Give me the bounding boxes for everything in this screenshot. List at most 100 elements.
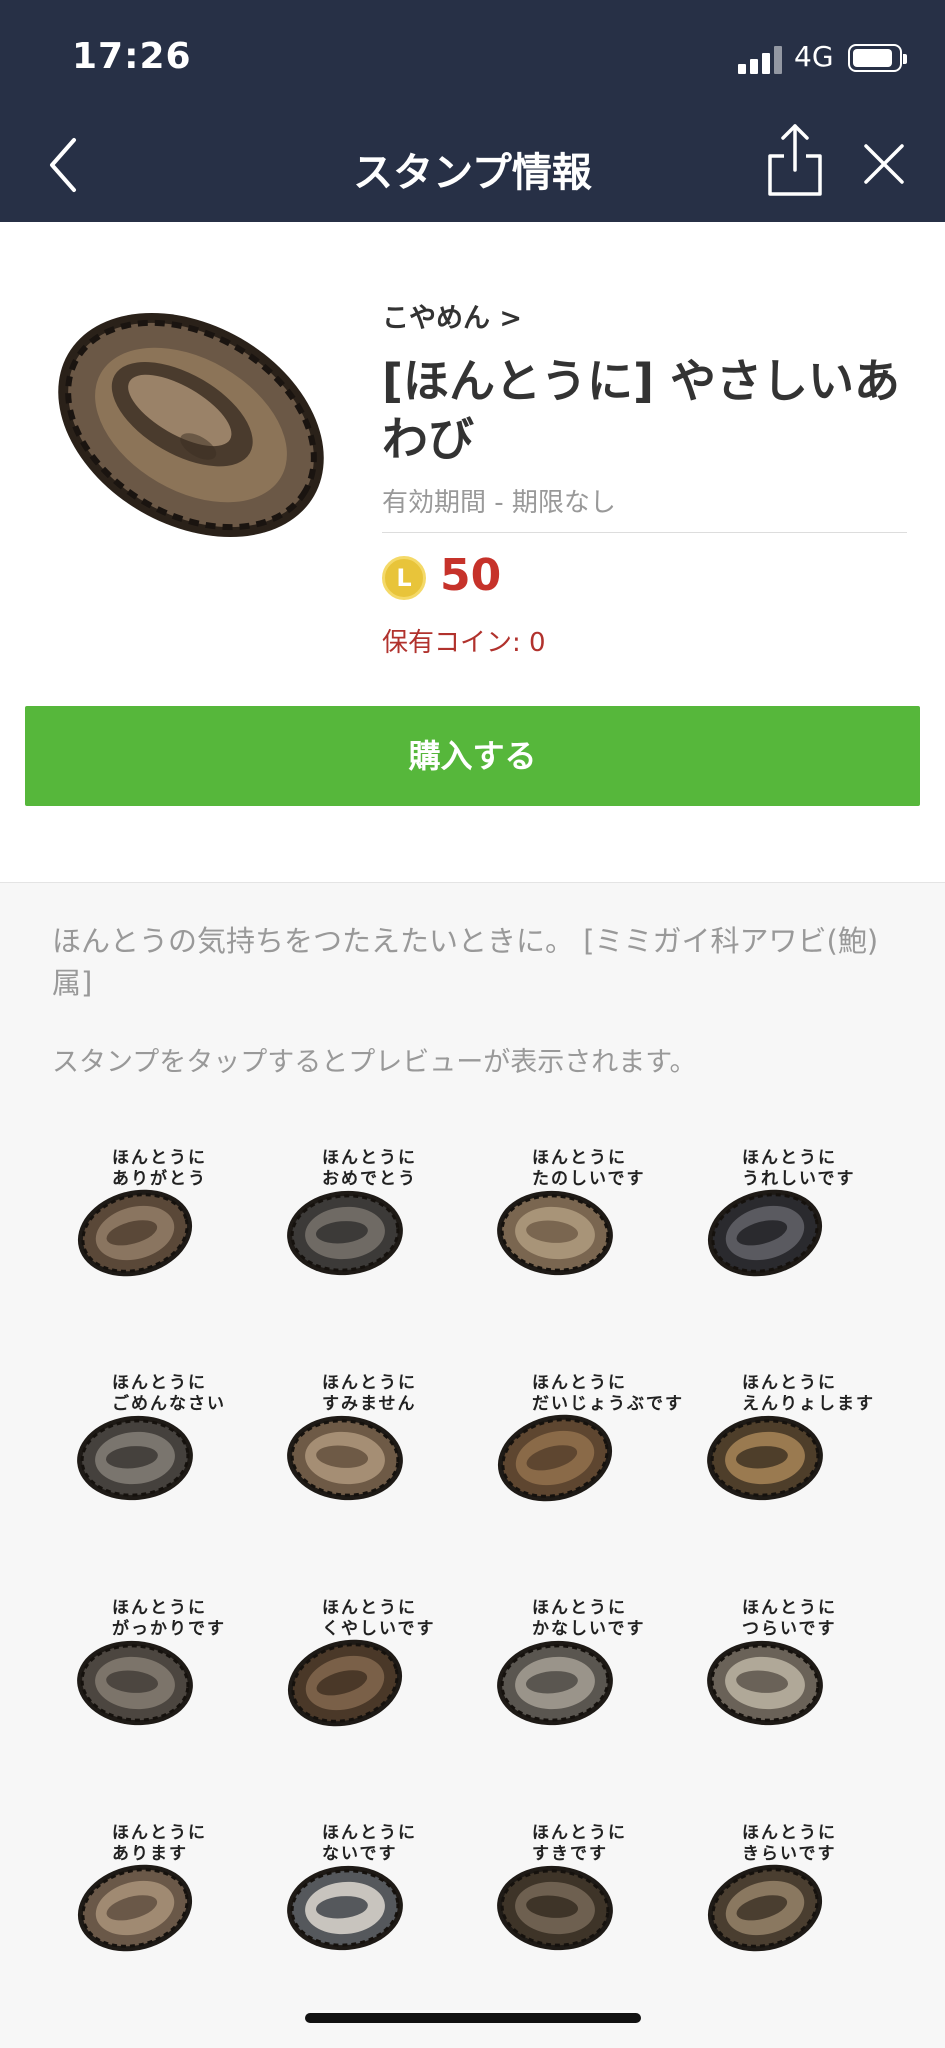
- sticker-caption: ほんとうに ないです: [322, 1823, 417, 1865]
- sticker-caption-line2: すみません: [322, 1394, 417, 1414]
- divider: [382, 532, 907, 533]
- author-link[interactable]: こやめん >: [382, 296, 522, 335]
- price: 50: [440, 550, 502, 601]
- home-indicator[interactable]: [305, 2013, 641, 2023]
- package-description: ほんとうの気持ちをつたえたいときに。 [ミミガイ科アワビ(鮑)属]: [52, 924, 879, 1000]
- sticker-caption: ほんとうに だいじょうぶです: [532, 1373, 684, 1415]
- share-button[interactable]: [764, 122, 826, 198]
- sticker-caption-line1: ほんとうに: [322, 1148, 417, 1168]
- sticker-caption-line2: あります: [112, 1844, 188, 1864]
- sticker-item[interactable]: ほんとうに がっかりです: [50, 1580, 260, 1780]
- sticker-item[interactable]: ほんとうに すきです: [470, 1805, 680, 2005]
- sticker-item[interactable]: ほんとうに たのしいです: [470, 1130, 680, 1330]
- sticker-item[interactable]: ほんとうに つらいです: [680, 1580, 890, 1780]
- sticker-caption-line2: つらいです: [742, 1619, 837, 1639]
- abalone-illustration: [77, 1415, 193, 1501]
- sticker-item[interactable]: ほんとうに ありがとう: [50, 1130, 260, 1330]
- sticker-caption-line1: ほんとうに: [742, 1373, 837, 1393]
- sticker-caption-line1: ほんとうに: [742, 1148, 837, 1168]
- abalone-illustration: [287, 1639, 403, 1727]
- owned-coins: 保有コイン: 0: [382, 628, 546, 658]
- sticker-item[interactable]: ほんとうに かなしいです: [470, 1580, 680, 1780]
- sticker-item[interactable]: ほんとうに くやしいです: [260, 1580, 470, 1780]
- abalone-illustration: [497, 1865, 613, 1951]
- sticker-caption-line1: ほんとうに: [532, 1373, 627, 1393]
- battery-icon: [848, 44, 907, 72]
- sticker-item[interactable]: ほんとうに すみません: [260, 1355, 470, 1555]
- sticker-item[interactable]: ほんとうに うれしいです: [680, 1130, 890, 1330]
- sticker-caption-line2: きらいです: [742, 1844, 837, 1864]
- network-type: 4G: [794, 40, 834, 73]
- sticker-caption-line1: ほんとうに: [532, 1598, 627, 1618]
- line-coin-icon: L: [382, 556, 426, 600]
- sticker-caption-line2: たのしいです: [532, 1169, 646, 1189]
- abalone-illustration: [287, 1865, 403, 1951]
- close-icon: [864, 144, 904, 184]
- sticker-caption: ほんとうに きらいです: [742, 1823, 837, 1865]
- preview-hint: スタンプをタップするとプレビューが表示されます。: [52, 1047, 697, 1078]
- sticker-caption: ほんとうに おめでとう: [322, 1148, 417, 1190]
- abalone-illustration: [497, 1414, 613, 1502]
- sticker-caption-line2: ありがとう: [112, 1169, 207, 1189]
- sticker-caption-line2: くやしいです: [322, 1619, 436, 1639]
- sticker-caption: ほんとうに かなしいです: [532, 1598, 646, 1640]
- sticker-caption-line2: がっかりです: [112, 1619, 226, 1639]
- abalone-illustration: [77, 1864, 193, 1952]
- sticker-main-image: [48, 290, 334, 560]
- sticker-item[interactable]: ほんとうに だいじょうぶです: [470, 1355, 682, 1555]
- package-title: [ほんとうに] やさしいあわび: [382, 354, 901, 466]
- sticker-caption-line2: おめでとう: [322, 1169, 417, 1189]
- sticker-caption-line2: ないです: [322, 1844, 398, 1864]
- sticker-caption-line1: ほんとうに: [112, 1823, 207, 1843]
- sticker-caption-line1: ほんとうに: [112, 1373, 207, 1393]
- share-icon: [768, 124, 822, 196]
- abalone-illustration: [287, 1190, 403, 1276]
- sticker-caption-line1: ほんとうに: [322, 1373, 417, 1393]
- abalone-illustration: [77, 1640, 193, 1726]
- sticker-caption-line1: ほんとうに: [322, 1823, 417, 1843]
- sticker-item[interactable]: ほんとうに おめでとう: [260, 1130, 470, 1330]
- abalone-illustration: [287, 1415, 403, 1501]
- sticker-caption-line2: だいじょうぶです: [532, 1394, 684, 1414]
- sticker-caption: ほんとうに ごめんなさい: [112, 1373, 226, 1415]
- abalone-illustration: [707, 1640, 823, 1726]
- section-divider: [0, 882, 945, 883]
- sticker-caption-line1: ほんとうに: [322, 1598, 417, 1618]
- sticker-item[interactable]: ほんとうに ごめんなさい: [50, 1355, 260, 1555]
- sticker-caption: ほんとうに えんりょします: [742, 1373, 875, 1415]
- sticker-grid: ほんとうに ありがとう ほんとうに おめでとう ほんとうに たのしいです ほんとうに うれしい…: [50, 1130, 910, 1980]
- top-bar: 17:26 4G スタンプ情報: [0, 0, 945, 222]
- sticker-item[interactable]: ほんとうに えんりょします: [680, 1355, 890, 1555]
- sticker-caption-line1: ほんとうに: [742, 1823, 837, 1843]
- sticker-caption-line1: ほんとうに: [742, 1598, 837, 1618]
- status-time: 17:26: [72, 36, 192, 77]
- abalone-illustration: [77, 1189, 193, 1277]
- signal-icon: [738, 46, 784, 74]
- sticker-caption: ほんとうに すみません: [322, 1373, 417, 1415]
- sticker-caption-line2: うれしいです: [742, 1169, 856, 1189]
- sticker-caption-line1: ほんとうに: [532, 1823, 627, 1843]
- sticker-caption: ほんとうに うれしいです: [742, 1148, 856, 1190]
- close-button[interactable]: [858, 138, 910, 190]
- sticker-caption: ほんとうに くやしいです: [322, 1598, 436, 1640]
- sticker-item[interactable]: ほんとうに あります: [50, 1805, 260, 2005]
- sticker-caption: ほんとうに がっかりです: [112, 1598, 226, 1640]
- sticker-caption-line2: かなしいです: [532, 1619, 646, 1639]
- abalone-illustration: [707, 1189, 823, 1277]
- abalone-illustration: [707, 1864, 823, 1952]
- sticker-caption: ほんとうに つらいです: [742, 1598, 837, 1640]
- purchase-button[interactable]: 購入する: [25, 706, 920, 806]
- sticker-caption: ほんとうに あります: [112, 1823, 207, 1865]
- sticker-caption-line2: ごめんなさい: [112, 1394, 226, 1414]
- abalone-illustration: [497, 1190, 613, 1276]
- sticker-caption-line1: ほんとうに: [112, 1598, 207, 1618]
- sticker-item[interactable]: ほんとうに ないです: [260, 1805, 470, 2005]
- validity-period: 有効期間 - 期限なし: [382, 488, 616, 518]
- sticker-caption: ほんとうに ありがとう: [112, 1148, 207, 1190]
- sticker-caption-line2: すきです: [532, 1844, 608, 1864]
- sticker-caption-line2: えんりょします: [742, 1394, 875, 1414]
- sticker-item[interactable]: ほんとうに きらいです: [680, 1805, 890, 2005]
- sticker-caption: ほんとうに たのしいです: [532, 1148, 646, 1190]
- sticker-caption-line1: ほんとうに: [112, 1148, 207, 1168]
- abalone-illustration: [707, 1415, 823, 1501]
